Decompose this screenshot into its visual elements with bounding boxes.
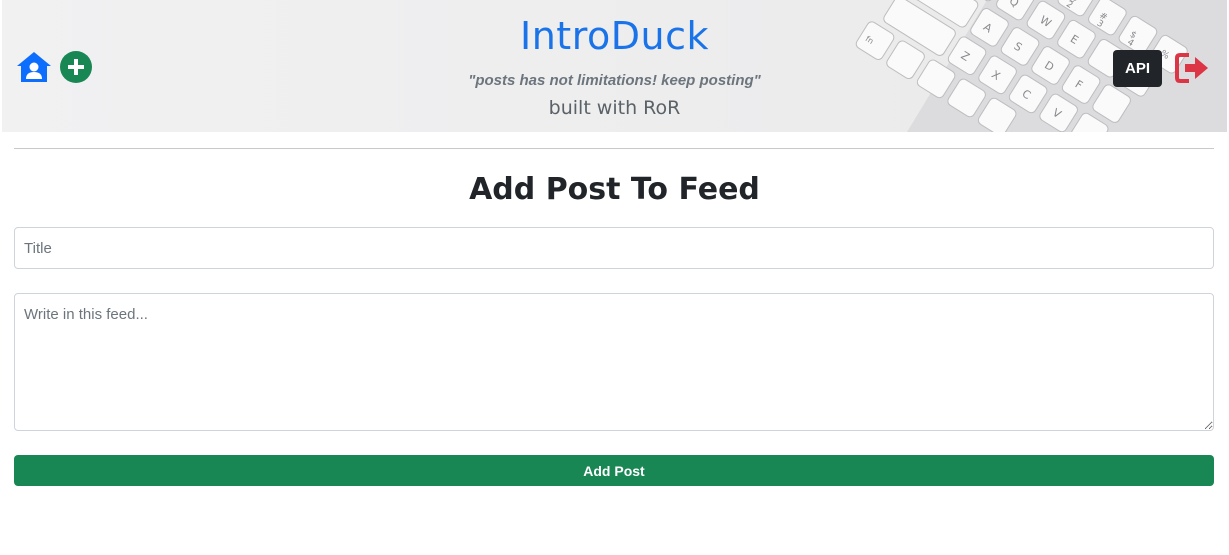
form-heading: Add Post To Feed: [469, 172, 760, 207]
post-body-textarea[interactable]: [14, 293, 1214, 431]
api-button[interactable]: API: [1113, 50, 1162, 87]
header-divider: [14, 148, 1214, 149]
brand-title-link[interactable]: IntroDuck: [0, 14, 1229, 58]
add-post-button[interactable]: Add Post: [14, 455, 1214, 486]
title-input[interactable]: [14, 227, 1214, 269]
sign-out-icon[interactable]: [1175, 52, 1211, 89]
